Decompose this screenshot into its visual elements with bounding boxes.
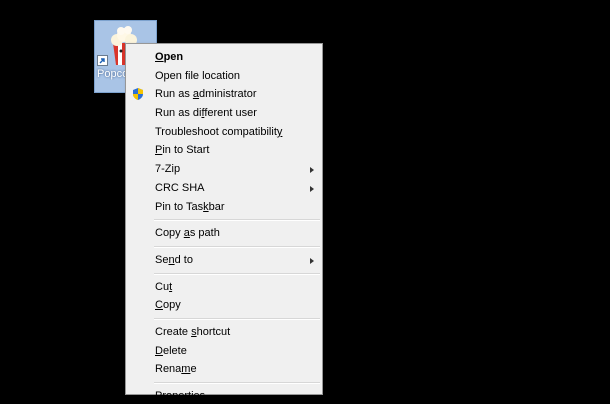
desktop: Popco r Open Open file location Run as a… (0, 0, 610, 404)
menu-item-run-as-administrator[interactable]: Run as administrator (126, 85, 322, 104)
uac-shield-icon (133, 88, 143, 101)
menu-separator (154, 272, 320, 275)
submenu-arrow-icon (310, 185, 314, 192)
shortcut-arrow-icon (97, 55, 108, 66)
menu-item-open[interactable]: Open (126, 48, 322, 67)
menu-item-send-to[interactable]: Send to (126, 251, 322, 270)
menu-item-copy[interactable]: Copy (126, 296, 322, 315)
menu-item-run-as-different-user[interactable]: Run as different user (126, 104, 322, 123)
menu-item-rename[interactable]: Rename (126, 360, 322, 379)
menu-item-crc-sha[interactable]: CRC SHA (126, 179, 322, 198)
menu-item-copy-as-path[interactable]: Copy as path (126, 224, 322, 243)
menu-item-pin-to-taskbar[interactable]: Pin to Taskbar (126, 198, 322, 217)
menu-separator (154, 219, 320, 222)
context-menu: Open Open file location Run as administr… (125, 43, 323, 402)
menu-item-7zip[interactable]: 7-Zip (126, 160, 322, 179)
menu-separator (154, 317, 320, 320)
menu-item-troubleshoot-compatibility[interactable]: Troubleshoot compatibility (126, 123, 322, 142)
menu-item-open-file-location[interactable]: Open file location (126, 67, 322, 86)
menu-item-create-shortcut[interactable]: Create shortcut (126, 323, 322, 342)
submenu-arrow-icon (310, 257, 314, 264)
submenu-arrow-icon (310, 167, 314, 174)
menu-item-cut[interactable]: Cut (126, 278, 322, 297)
menu-separator (154, 382, 320, 384)
menu-item-properties[interactable]: Properties (126, 387, 322, 404)
menu-item-delete[interactable]: Delete (126, 342, 322, 361)
menu-separator (154, 245, 320, 248)
menu-item-pin-to-start[interactable]: Pin to Start (126, 141, 322, 160)
